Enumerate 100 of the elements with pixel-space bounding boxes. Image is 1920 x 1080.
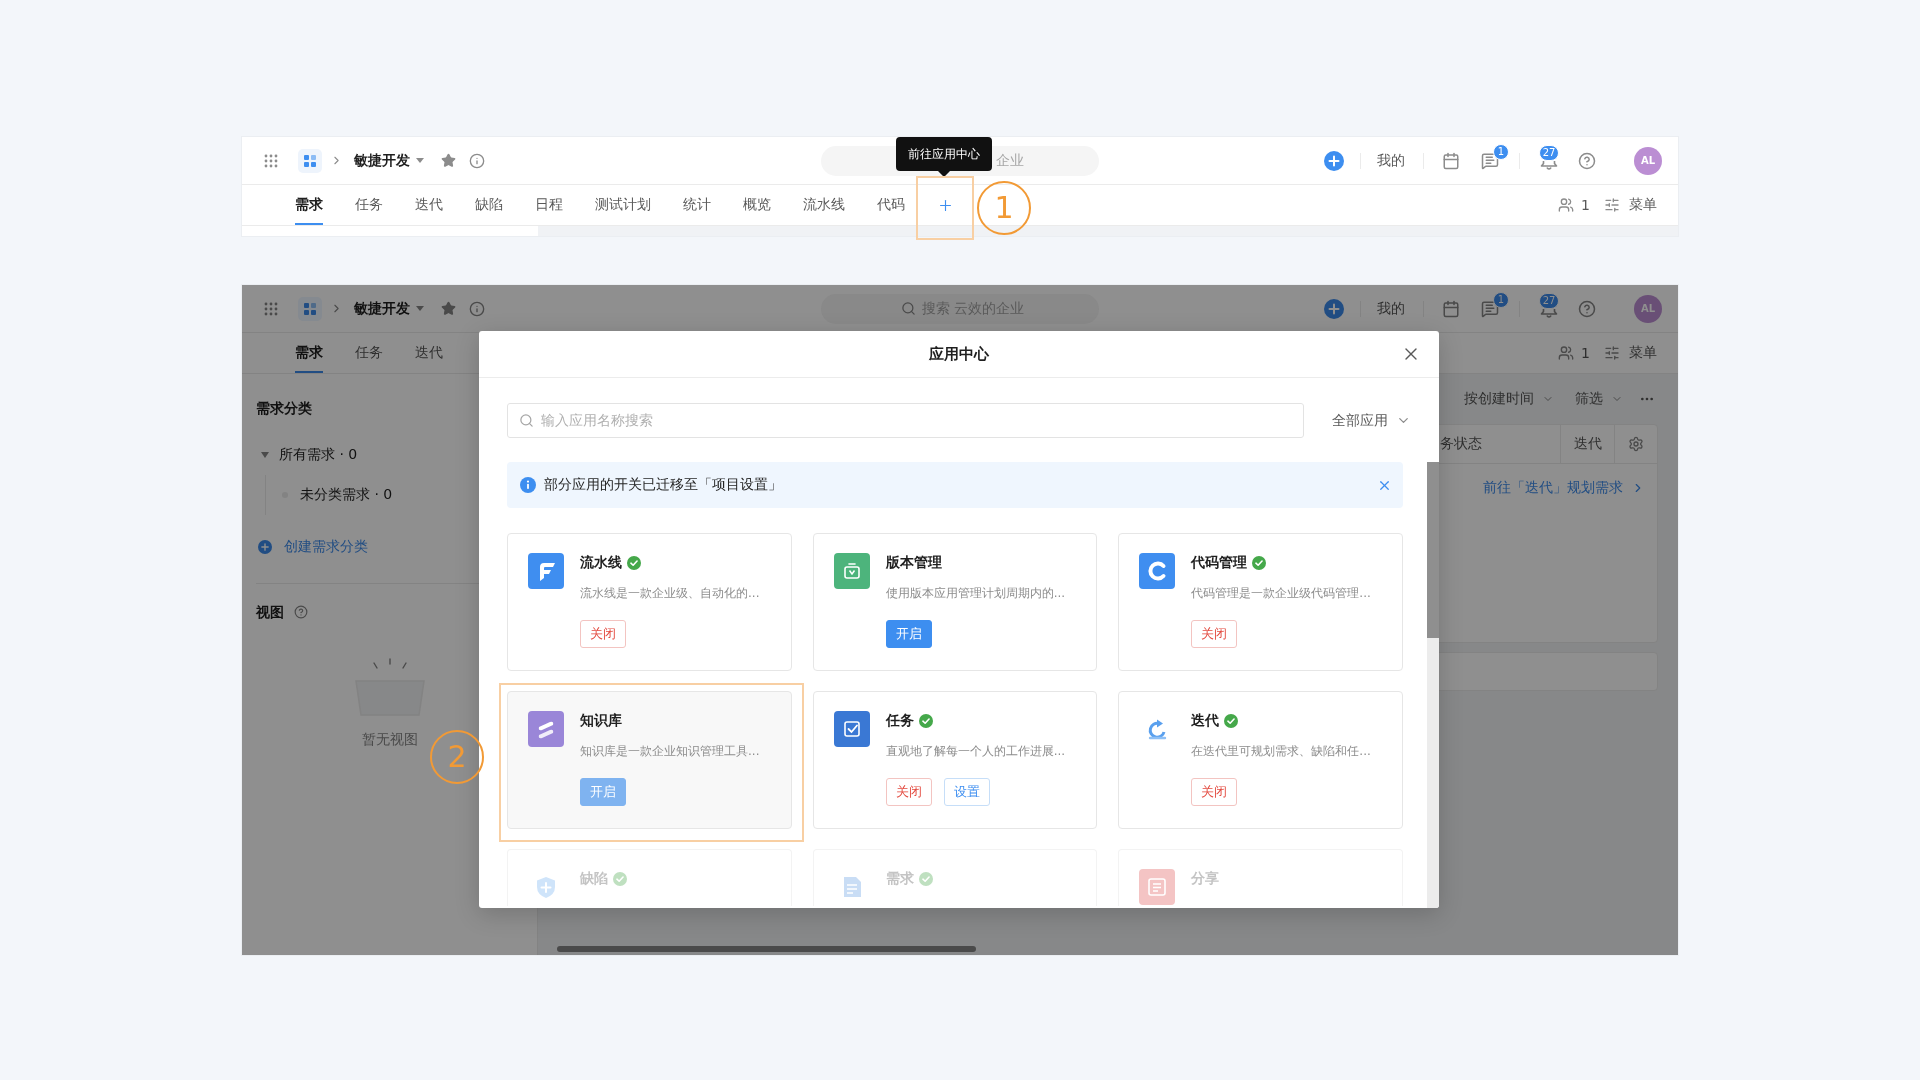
- unread-badge: 1: [1493, 291, 1509, 308]
- app-card[interactable]: 迭代 在迭代里可规划需求、缺陷和任... 关闭: [1118, 691, 1403, 829]
- calendar-icon[interactable]: [1442, 299, 1460, 318]
- info-icon[interactable]: [469, 300, 485, 317]
- search-icon: [519, 413, 534, 428]
- info-icon: [520, 477, 536, 493]
- member-count: 1: [1581, 345, 1590, 361]
- settings-button[interactable]: 设置: [943, 778, 990, 806]
- squares-tile-icon[interactable]: [298, 296, 322, 321]
- app-name: 迭代: [1191, 712, 1220, 730]
- tree-item[interactable]: 未分类需求 · 0: [300, 486, 393, 504]
- tab[interactable]: 日程: [535, 185, 563, 225]
- tab[interactable]: 任务: [355, 333, 383, 373]
- tab[interactable]: 概览: [743, 185, 771, 225]
- bell-icon[interactable]: [1540, 309, 1558, 318]
- tab[interactable]: 统计: [683, 185, 711, 225]
- app-description: 在迭代里可规划需求、缺陷和任...: [1191, 743, 1371, 760]
- notification-badge: 27: [1538, 145, 1560, 161]
- info-icon[interactable]: [469, 152, 485, 169]
- stripes-logo-icon: [528, 711, 564, 747]
- app-card[interactable]: 版本管理 使用版本应用管理计划周期内的... 开启: [812, 533, 1098, 671]
- help-icon[interactable]: [1578, 151, 1596, 170]
- checkbox-tile-icon: [833, 711, 870, 747]
- scrollbar-thumb[interactable]: [1427, 462, 1439, 638]
- app-card[interactable]: 知识库 知识库是一款企业知识管理工具... 开启: [507, 691, 792, 829]
- tab[interactable]: 迭代: [415, 333, 443, 373]
- project-name[interactable]: 敏捷开发: [354, 299, 410, 318]
- apps-grid-icon[interactable]: [263, 152, 279, 169]
- caret-down-icon[interactable]: [416, 306, 424, 311]
- people-icon[interactable]: [1558, 197, 1575, 213]
- app-description: 代码管理是一款企业级代码管理...: [1191, 585, 1371, 602]
- tab[interactable]: 任务: [355, 185, 383, 225]
- tab[interactable]: 迭代: [415, 185, 443, 225]
- turn-off-button[interactable]: 关闭: [580, 620, 626, 648]
- dialog-title: 应用中心: [929, 344, 989, 364]
- app-name: 缺陷: [580, 870, 608, 888]
- document-tile-icon: [1139, 869, 1176, 905]
- turn-off-button[interactable]: 关闭: [1191, 778, 1238, 806]
- step-marker: 1: [977, 181, 1031, 235]
- sidebar-title: 需求分类: [256, 399, 312, 418]
- calendar-icon[interactable]: [1442, 151, 1460, 170]
- plus-circle-icon[interactable]: [1324, 298, 1344, 319]
- tab[interactable]: 流水线: [803, 185, 845, 225]
- empty-state-text: 暂无视图: [361, 730, 418, 749]
- highlight-frame: [916, 176, 974, 240]
- star-icon[interactable]: [441, 301, 456, 316]
- c-logo-icon: [1139, 553, 1176, 589]
- menu-button[interactable]: 菜单: [1629, 344, 1657, 362]
- my-link[interactable]: 我的: [1377, 151, 1405, 170]
- app-card[interactable]: 流水线 流水线是一款企业级、自动化的... 关闭: [507, 533, 792, 671]
- sliders-icon[interactable]: [1604, 345, 1620, 361]
- caret-down-icon[interactable]: [416, 158, 424, 163]
- tab[interactable]: 测试计划: [595, 185, 651, 225]
- people-icon[interactable]: [1558, 345, 1575, 361]
- member-count: 1: [1581, 197, 1590, 213]
- app-card[interactable]: 任务 直观地了解每一个人的工作进展... 关闭 设置: [812, 691, 1098, 829]
- tree-item[interactable]: 所有需求 · 0: [279, 446, 358, 464]
- sliders-icon[interactable]: [1604, 197, 1620, 213]
- tab[interactable]: 代码: [877, 185, 905, 225]
- app-name: 需求: [885, 870, 914, 888]
- app-description: 使用版本应用管理计划周期内的...: [885, 585, 1066, 602]
- message-icon[interactable]: [1481, 151, 1499, 170]
- plus-circle-icon[interactable]: [258, 540, 272, 554]
- app-name: 版本管理: [885, 554, 942, 572]
- star-icon[interactable]: [441, 153, 456, 168]
- app-name: 流水线: [580, 554, 622, 572]
- sort-dropdown[interactable]: 按创建时间: [1464, 390, 1534, 408]
- app-description: 直观地了解每一个人的工作进展...: [885, 743, 1066, 760]
- scope-dropdown[interactable]: 全部应用: [1332, 411, 1411, 430]
- squares-tile-icon[interactable]: [298, 148, 322, 173]
- plus-circle-icon[interactable]: [1324, 150, 1344, 171]
- message-icon[interactable]: [1481, 299, 1499, 318]
- column-header: 迭代: [1560, 425, 1614, 463]
- app-name: 代码管理: [1191, 554, 1248, 572]
- search-icon: [900, 301, 916, 316]
- turn-off-button[interactable]: 关闭: [885, 778, 932, 806]
- turn-on-button[interactable]: 开启: [885, 620, 932, 648]
- help-icon[interactable]: [1578, 299, 1596, 318]
- help-icon[interactable]: [294, 605, 308, 619]
- apps-grid-icon[interactable]: [263, 300, 279, 317]
- caret-down-icon[interactable]: [261, 452, 269, 458]
- app-card[interactable]: 代码管理 代码管理是一款企业级代码管理... 关闭: [1118, 533, 1403, 671]
- bell-icon[interactable]: [1540, 161, 1558, 170]
- filter-dropdown[interactable]: 筛选: [1575, 390, 1603, 408]
- app-name: 任务: [885, 712, 914, 730]
- project-name[interactable]: 敏捷开发: [354, 151, 410, 170]
- app-description: 知识库是一款企业知识管理工具...: [580, 743, 760, 760]
- column-header: 务状态: [1440, 434, 1483, 453]
- step-marker: 2: [430, 730, 484, 784]
- notice-text: 部分应用的开关已迁移至「项目设置」: [544, 476, 782, 494]
- empty-tray-icon: [353, 657, 426, 717]
- turn-off-button[interactable]: 关闭: [1191, 620, 1238, 648]
- tab[interactable]: 缺陷: [475, 185, 503, 225]
- unread-badge: 1: [1493, 143, 1509, 160]
- menu-button[interactable]: 菜单: [1629, 196, 1657, 214]
- app-name: 分享: [1191, 870, 1220, 888]
- scrollbar-thumb[interactable]: [557, 946, 976, 952]
- settings-icon[interactable]: [1628, 436, 1644, 452]
- box-tile-icon: [833, 553, 870, 589]
- my-link[interactable]: 我的: [1377, 299, 1405, 318]
